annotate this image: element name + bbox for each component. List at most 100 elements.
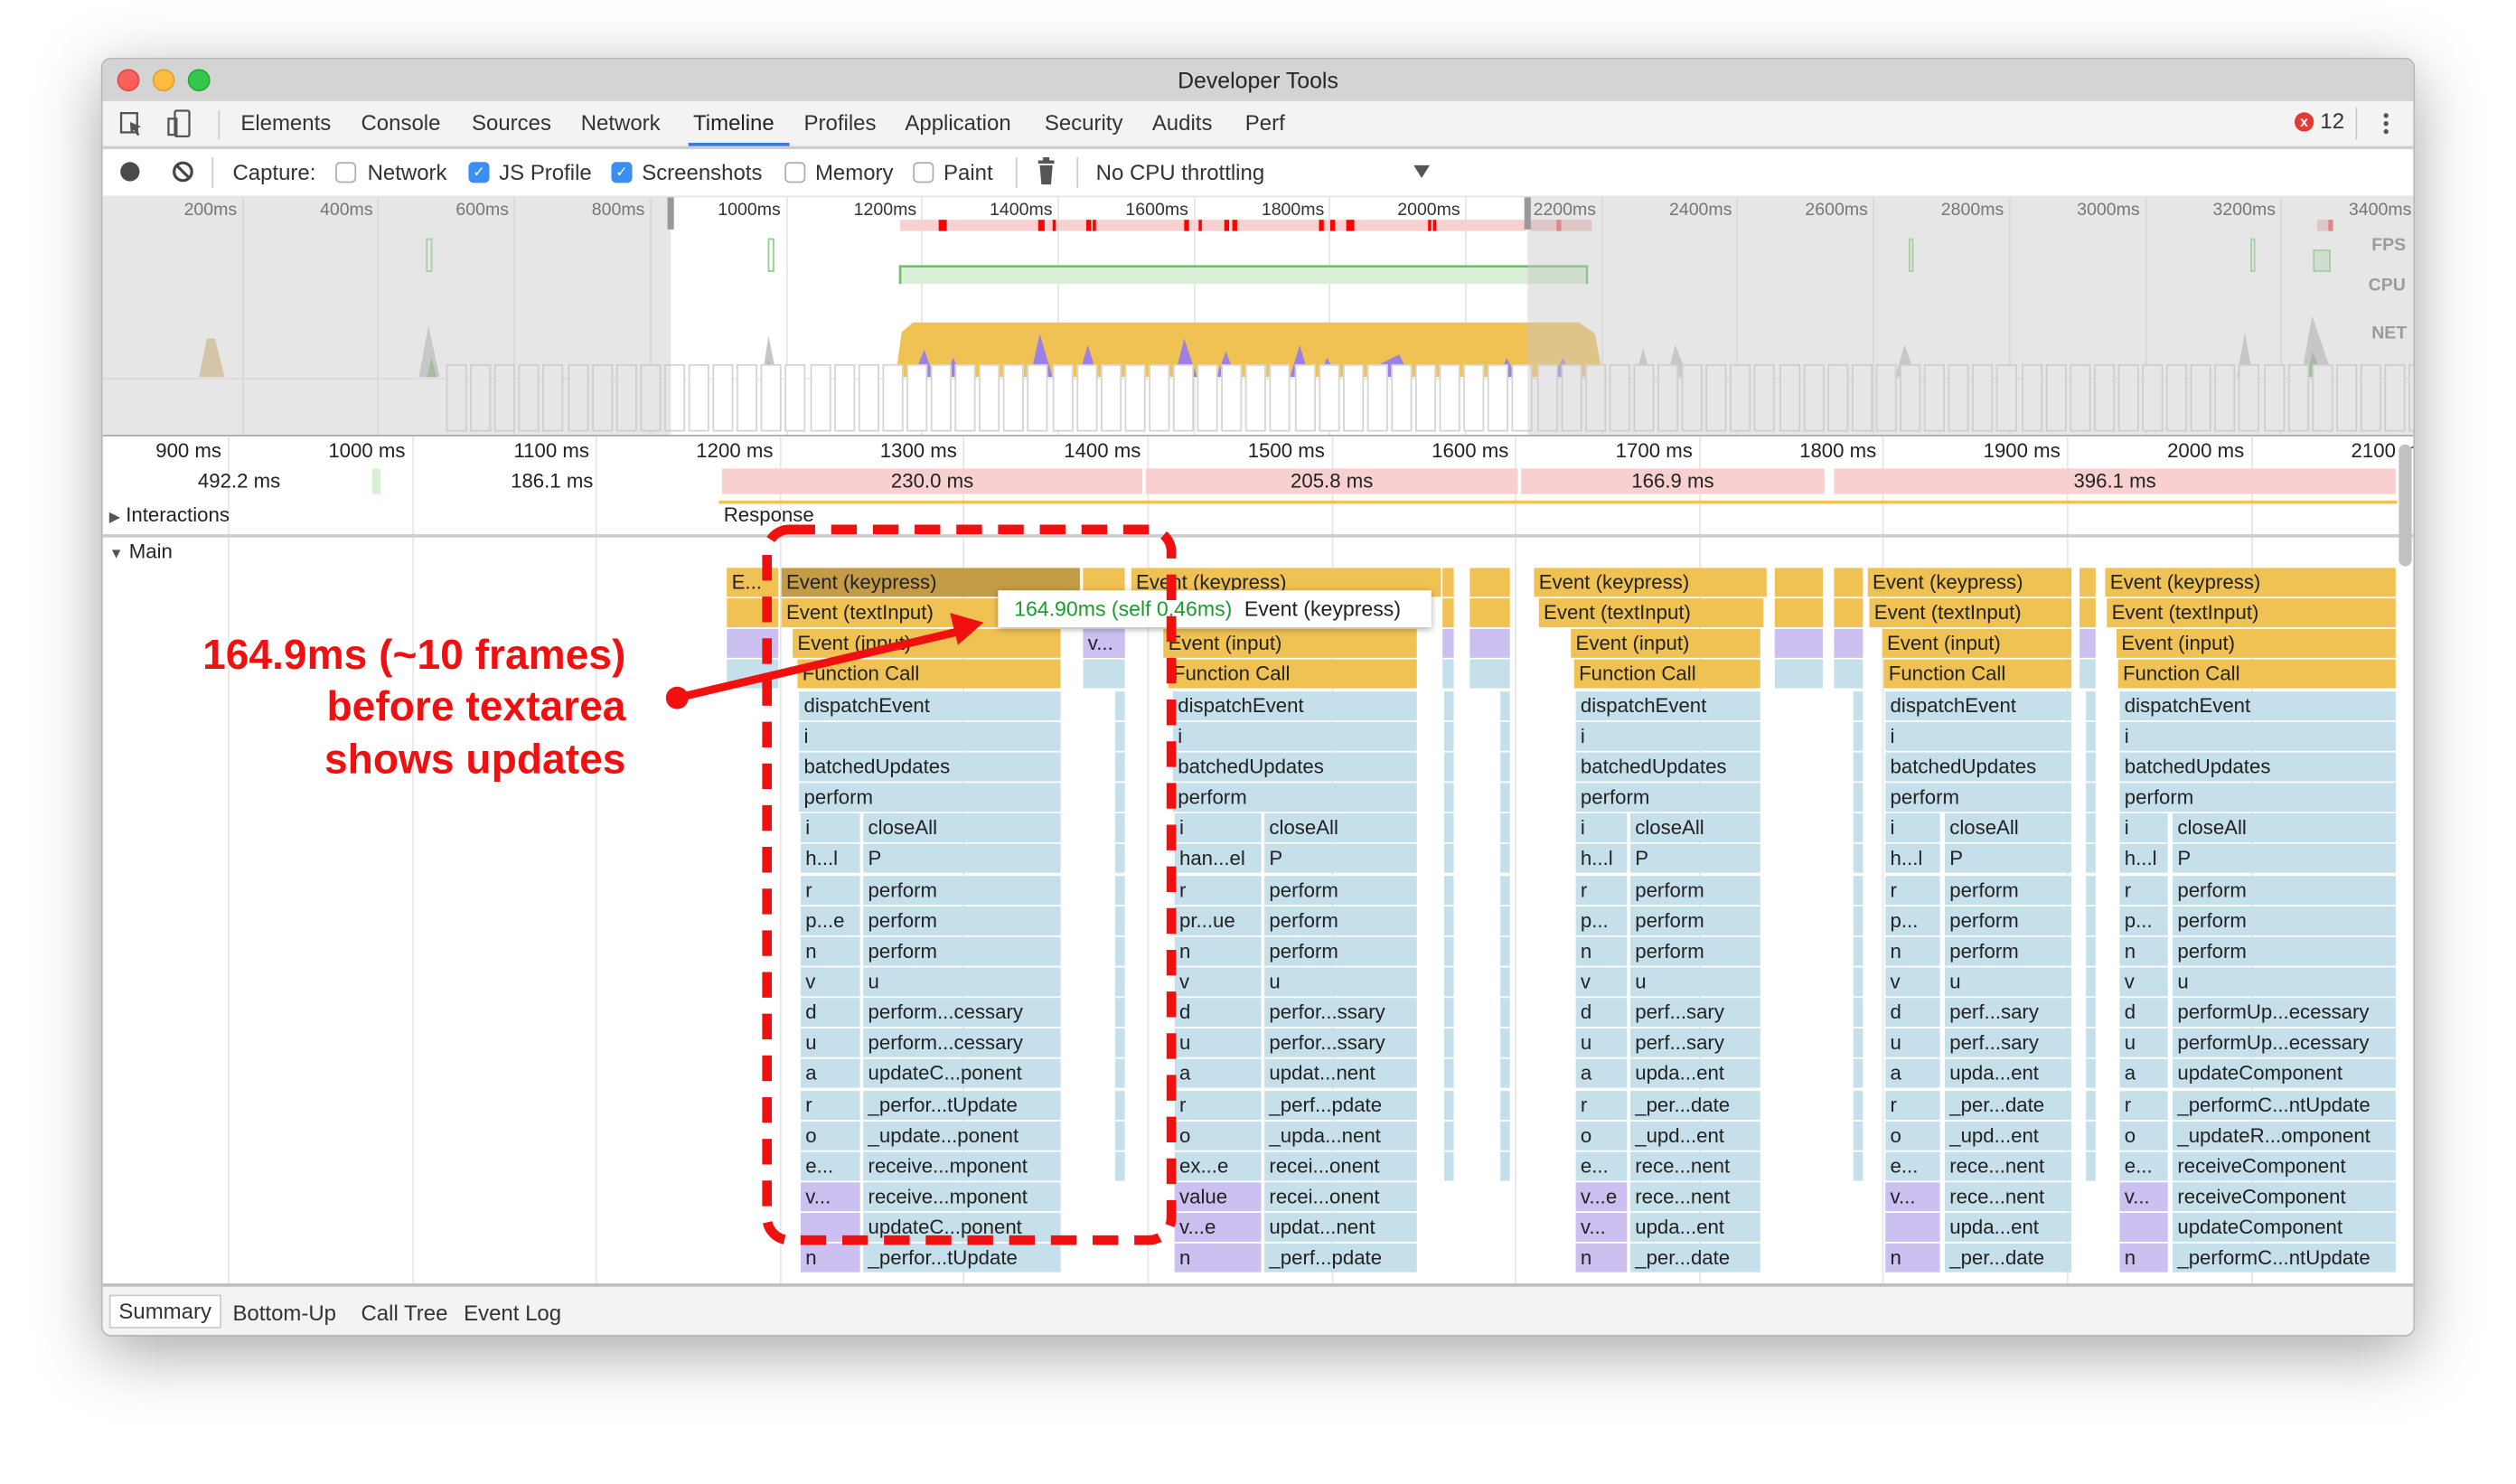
flame-sliver[interactable] bbox=[1500, 844, 1510, 874]
flame-sliver[interactable] bbox=[1774, 568, 1823, 597]
flame-sliver[interactable] bbox=[1114, 844, 1125, 874]
flame-function[interactable]: v... bbox=[800, 1182, 860, 1212]
flame-sliver[interactable] bbox=[1500, 1151, 1510, 1181]
flame-sliver[interactable] bbox=[2079, 568, 2096, 597]
flame-function[interactable]: upda...ent bbox=[1944, 1213, 2072, 1243]
flame-function[interactable]: P bbox=[1264, 844, 1417, 874]
flame-sliver[interactable] bbox=[2086, 844, 2096, 874]
flame-function[interactable]: performUp...ecessary bbox=[2173, 1028, 2396, 1058]
flame-event[interactable]: Event (textInput) bbox=[1538, 598, 1764, 628]
flame-function[interactable]: h...l bbox=[2119, 844, 2168, 874]
flame-function[interactable] bbox=[2119, 1213, 2168, 1243]
flame-function[interactable]: updateComponent bbox=[2173, 1213, 2396, 1243]
flame-function[interactable]: v... bbox=[1885, 1182, 1940, 1212]
flame-function[interactable]: u bbox=[1885, 1028, 1940, 1058]
flame-function[interactable]: closeAll bbox=[1264, 813, 1417, 843]
flame-sliver[interactable] bbox=[1114, 1151, 1125, 1181]
flame-event[interactable]: Event (input) bbox=[1882, 629, 2072, 659]
flame-function[interactable]: a bbox=[2119, 1059, 2168, 1089]
flame-function[interactable]: receive...mponent bbox=[863, 1182, 1061, 1212]
flame-sliver[interactable] bbox=[1114, 1028, 1125, 1058]
flame-sliver[interactable] bbox=[1443, 813, 1454, 843]
flame-function[interactable]: _update...ponent bbox=[863, 1121, 1061, 1151]
flame-function[interactable]: u bbox=[800, 1028, 860, 1058]
flame-function[interactable]: d bbox=[1575, 998, 1628, 1028]
flame-function[interactable]: perform bbox=[799, 783, 1061, 812]
flame-sliver[interactable] bbox=[1443, 967, 1454, 997]
flame-function[interactable]: n bbox=[1885, 1244, 1940, 1273]
flame-sliver[interactable] bbox=[1114, 721, 1125, 751]
flame-function[interactable]: perf...sary bbox=[1629, 1028, 1760, 1058]
flame-function[interactable]: batchedUpdates bbox=[799, 752, 1061, 782]
flame-function[interactable]: _upd...ent bbox=[1944, 1121, 2072, 1151]
flame-function[interactable]: _performC...ntUpdate bbox=[2173, 1244, 2396, 1273]
flame-sliver[interactable] bbox=[1774, 660, 1823, 690]
flame-function[interactable]: o bbox=[1174, 1121, 1262, 1151]
flame-function[interactable]: updateC...ponent bbox=[863, 1213, 1061, 1243]
flame-function[interactable]: u bbox=[1944, 967, 2072, 997]
flame-function[interactable]: value bbox=[1174, 1182, 1262, 1212]
flame-sliver[interactable] bbox=[1500, 783, 1510, 812]
flame-sliver[interactable] bbox=[1469, 660, 1510, 690]
flame-function[interactable]: dispatchEvent bbox=[1172, 690, 1417, 720]
flame-function[interactable]: receiveComponent bbox=[2173, 1182, 2396, 1212]
flame-function[interactable]: P bbox=[1944, 844, 2072, 874]
flame-function[interactable]: P bbox=[1629, 844, 1760, 874]
flame-function[interactable]: i bbox=[1885, 813, 1940, 843]
flame-function[interactable]: perform bbox=[1264, 936, 1417, 966]
flame-function[interactable]: _upd...ent bbox=[1629, 1121, 1760, 1151]
flame-function[interactable]: perform bbox=[2119, 783, 2396, 812]
flame-function[interactable]: perf...sary bbox=[1944, 998, 2072, 1028]
flame-function[interactable]: batchedUpdates bbox=[1885, 752, 2072, 782]
flame-sliver[interactable] bbox=[1114, 752, 1125, 782]
flame-function[interactable]: v bbox=[1885, 967, 1940, 997]
flame-function[interactable]: o bbox=[800, 1121, 860, 1151]
flame-sliver[interactable] bbox=[1442, 568, 1454, 597]
flame-function[interactable]: updateComponent bbox=[2173, 1059, 2396, 1089]
flame-function[interactable]: i bbox=[2119, 813, 2168, 843]
flame-function[interactable]: u bbox=[2119, 1028, 2168, 1058]
flame-function[interactable]: v... bbox=[2119, 1182, 2168, 1212]
flame-function[interactable]: perform bbox=[863, 906, 1061, 935]
flame-function[interactable]: v... bbox=[1575, 1213, 1628, 1243]
flame-sliver[interactable] bbox=[1834, 660, 1864, 690]
flame-function[interactable]: perform bbox=[1264, 875, 1417, 905]
flame-function[interactable]: i bbox=[799, 721, 1061, 751]
flame-function[interactable]: d bbox=[1174, 998, 1262, 1028]
flame-sliver[interactable] bbox=[727, 629, 779, 659]
flame-sliver[interactable] bbox=[1500, 690, 1510, 720]
flame-sliver[interactable] bbox=[1500, 1028, 1510, 1058]
flame-sliver[interactable] bbox=[1114, 1090, 1125, 1120]
flame-event[interactable]: Event (textInput) bbox=[2107, 598, 2396, 628]
flame-function[interactable]: a bbox=[1174, 1059, 1262, 1089]
flame-function[interactable]: r bbox=[1575, 1090, 1628, 1120]
flame-sliver[interactable] bbox=[1443, 1059, 1454, 1089]
vertical-scrollbar[interactable] bbox=[2399, 444, 2412, 567]
flame-function[interactable]: perform...cessary bbox=[863, 998, 1061, 1028]
flame-function[interactable]: n bbox=[2119, 936, 2168, 966]
flame-event[interactable]: Event (keypress) bbox=[1867, 568, 2072, 597]
flame-sliver[interactable] bbox=[1774, 598, 1823, 628]
flame-function[interactable]: _per...date bbox=[1629, 1090, 1760, 1120]
tab-bottom-up[interactable]: Bottom-Up bbox=[225, 1298, 344, 1329]
flame-sliver[interactable] bbox=[2079, 598, 2096, 628]
flame-event[interactable]: E... bbox=[727, 568, 779, 597]
flame-function[interactable]: batchedUpdates bbox=[1172, 752, 1417, 782]
flame-function[interactable]: u bbox=[1575, 1028, 1628, 1058]
flame-function[interactable]: perform bbox=[1264, 906, 1417, 935]
flame-function[interactable]: u bbox=[863, 967, 1061, 997]
flame-function[interactable]: P bbox=[863, 844, 1061, 874]
flame-sliver[interactable] bbox=[1114, 813, 1125, 843]
flame-function[interactable]: h...l bbox=[800, 844, 860, 874]
flame-sliver[interactable] bbox=[1442, 660, 1454, 690]
flame-function[interactable]: p...e bbox=[800, 906, 860, 935]
flame-function[interactable]: i bbox=[1172, 721, 1417, 751]
flame-sliver[interactable] bbox=[1500, 998, 1510, 1028]
flame-sliver[interactable] bbox=[1853, 752, 1864, 782]
flame-function[interactable]: rece...nent bbox=[1629, 1182, 1760, 1212]
flame-function[interactable]: perform bbox=[2173, 936, 2396, 966]
flame-function[interactable]: n bbox=[800, 1244, 860, 1273]
flame-function[interactable]: Function Call bbox=[797, 660, 1061, 690]
flame-sliver[interactable] bbox=[1774, 629, 1823, 659]
flame-sliver[interactable] bbox=[1500, 875, 1510, 905]
